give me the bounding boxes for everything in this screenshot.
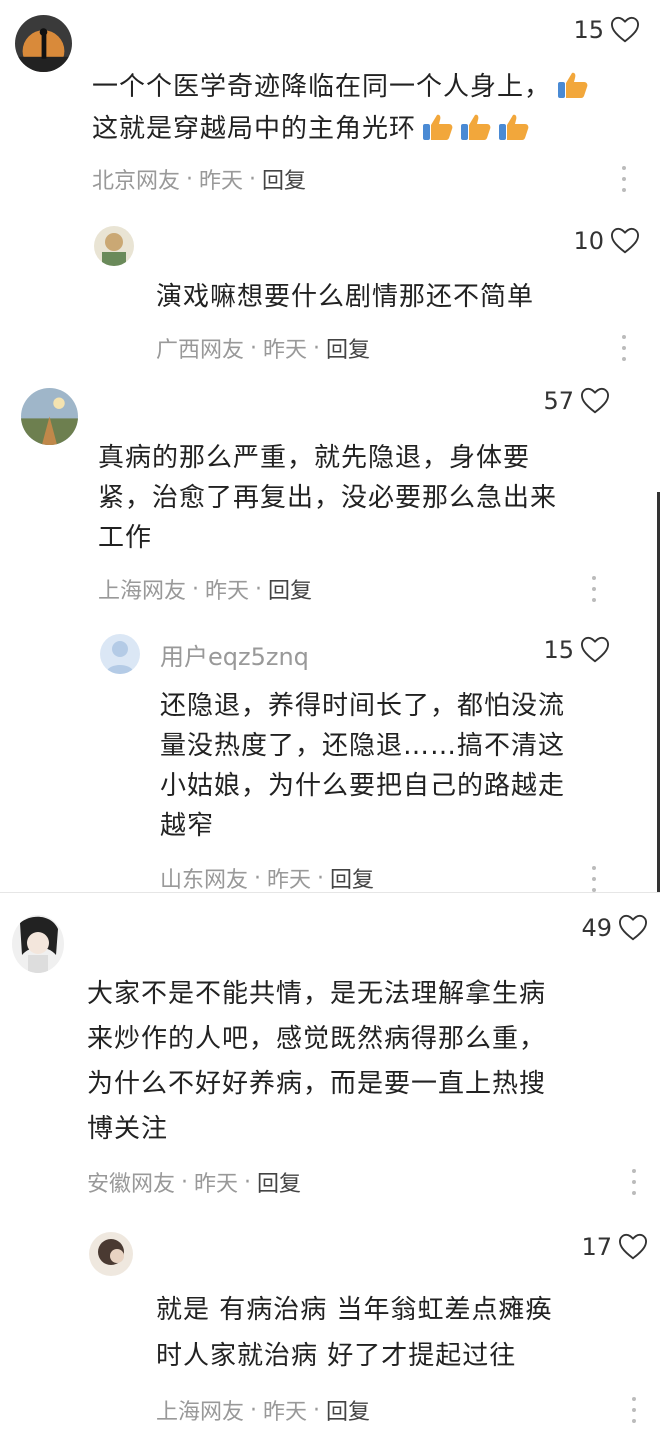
comment-line: 博关注 bbox=[87, 1114, 169, 1144]
avatar[interactable] bbox=[94, 226, 134, 266]
comment-line: 工作 bbox=[98, 523, 153, 553]
comment-line: 演戏嘛想要什么剧情那还不简单 bbox=[156, 282, 535, 312]
comment-line: 大家不是不能共情，是无法理解拿生病 bbox=[87, 979, 547, 1009]
comment-text: 就是 有病治病 当年翁虹差点瘫痪 时人家就治病 好了才提起过往 bbox=[156, 1287, 553, 1379]
separator: · bbox=[186, 166, 194, 192]
heart-outline-icon bbox=[610, 16, 640, 43]
comment-text: 一个个医学奇迹降临在同一个人身上， bbox=[92, 67, 589, 107]
time-label: 昨天 bbox=[205, 579, 250, 604]
separator: · bbox=[313, 335, 321, 361]
separator: · bbox=[249, 166, 257, 192]
thumbs-up-emoji-icon bbox=[496, 112, 530, 142]
location-label: 安徽网友 bbox=[87, 1172, 176, 1197]
avatar[interactable] bbox=[21, 388, 78, 445]
reply-button[interactable]: 回复 bbox=[330, 862, 374, 894]
like-count: 57 bbox=[543, 387, 574, 415]
comment-meta: 安徽网友 · 昨天 · 回复 bbox=[87, 1166, 301, 1198]
like-button[interactable]: 17 bbox=[581, 1233, 648, 1261]
comment-line: 小姑娘，为什么要把自己的路越走 bbox=[160, 771, 566, 801]
separator: · bbox=[313, 1397, 321, 1423]
separator: · bbox=[250, 1397, 258, 1423]
thumbs-up-emoji-icon bbox=[420, 112, 454, 142]
time-label: 昨天 bbox=[194, 1172, 239, 1197]
heart-outline-icon bbox=[618, 1233, 648, 1260]
like-count: 15 bbox=[543, 636, 574, 664]
more-vertical-icon[interactable] bbox=[592, 576, 598, 602]
comment-line: 时人家就治病 好了才提起过往 bbox=[156, 1341, 517, 1371]
username[interactable]: 用户eqz5znq bbox=[160, 637, 309, 672]
more-vertical-icon[interactable] bbox=[632, 1397, 638, 1423]
more-vertical-icon[interactable] bbox=[622, 335, 628, 361]
like-button[interactable]: 15 bbox=[573, 16, 640, 44]
comment-meta: 上海网友 · 昨天 · 回复 bbox=[156, 1394, 370, 1426]
comment-meta: 上海网友 · 昨天 · 回复 bbox=[98, 573, 312, 605]
comment-line: 越窄 bbox=[160, 811, 215, 841]
like-button[interactable]: 57 bbox=[543, 387, 610, 415]
time-label: 昨天 bbox=[199, 169, 244, 194]
separator: · bbox=[255, 576, 263, 602]
comment-line: 就是 有病治病 当年翁虹差点瘫痪 bbox=[156, 1295, 553, 1325]
comment-text: 这就是穿越局中的主角光环 bbox=[92, 109, 530, 149]
comment-line: 来炒作的人吧，感觉既然病得那么重， bbox=[87, 1024, 547, 1054]
separator: · bbox=[250, 335, 258, 361]
like-button[interactable]: 10 bbox=[573, 227, 640, 255]
comment-meta: 山东网友 · 昨天 · 回复 bbox=[160, 862, 374, 894]
thumbs-up-emoji-icon bbox=[458, 112, 492, 142]
thumbs-up-emoji-icon bbox=[555, 70, 589, 100]
reply-button[interactable]: 回复 bbox=[326, 1394, 370, 1426]
like-button[interactable]: 15 bbox=[543, 636, 610, 664]
heart-outline-icon bbox=[580, 387, 610, 414]
location-label: 上海网友 bbox=[98, 579, 187, 604]
location-label: 北京网友 bbox=[92, 169, 181, 194]
separator: · bbox=[181, 1169, 189, 1195]
heart-outline-icon bbox=[618, 914, 648, 941]
location-label: 上海网友 bbox=[156, 1400, 245, 1425]
comment-text: 还隐退，养得时间长了，都怕没流 量没热度了，还隐退……搞不清这 小姑娘，为什么要… bbox=[160, 686, 565, 846]
more-vertical-icon[interactable] bbox=[592, 866, 598, 892]
separator: · bbox=[192, 576, 200, 602]
comment-line: 还隐退，养得时间长了，都怕没流 bbox=[160, 691, 566, 721]
separator: · bbox=[317, 865, 325, 891]
separator: · bbox=[254, 865, 262, 891]
reply-button[interactable]: 回复 bbox=[326, 332, 370, 364]
avatar[interactable] bbox=[89, 1232, 133, 1276]
comment-line: 一个个医学奇迹降临在同一个人身上， bbox=[92, 72, 552, 102]
comment-meta: 北京网友 · 昨天 · 回复 bbox=[92, 163, 306, 195]
like-count: 49 bbox=[581, 914, 612, 942]
like-count: 15 bbox=[573, 16, 604, 44]
heart-outline-icon bbox=[580, 636, 610, 663]
avatar[interactable] bbox=[15, 15, 72, 72]
more-vertical-icon[interactable] bbox=[622, 166, 628, 192]
reply-button[interactable]: 回复 bbox=[262, 163, 306, 195]
reply-button[interactable]: 回复 bbox=[268, 573, 312, 605]
like-button[interactable]: 49 bbox=[581, 914, 648, 942]
comment-text: 大家不是不能共情，是无法理解拿生病 来炒作的人吧，感觉既然病得那么重， 为什么不… bbox=[87, 972, 546, 1152]
comment-line: 为什么不好好养病，而是要一直上热搜 bbox=[87, 1069, 547, 1099]
heart-outline-icon bbox=[610, 227, 640, 254]
separator: · bbox=[244, 1169, 252, 1195]
comment-meta: 广西网友 · 昨天 · 回复 bbox=[156, 332, 370, 364]
avatar[interactable] bbox=[100, 634, 140, 674]
comment-line: 这就是穿越局中的主角光环 bbox=[92, 114, 417, 144]
time-label: 昨天 bbox=[263, 338, 308, 363]
comment-line: 紧，治愈了再复出，没必要那么急出来 bbox=[98, 483, 558, 513]
comment-text: 演戏嘛想要什么剧情那还不简单 bbox=[156, 277, 534, 317]
like-count: 10 bbox=[573, 227, 604, 255]
avatar[interactable] bbox=[12, 915, 64, 973]
location-label: 山东网友 bbox=[160, 868, 249, 893]
reply-button[interactable]: 回复 bbox=[257, 1166, 301, 1198]
more-vertical-icon[interactable] bbox=[632, 1169, 638, 1195]
location-label: 广西网友 bbox=[156, 338, 245, 363]
time-label: 昨天 bbox=[267, 868, 312, 893]
comment-text: 真病的那么严重，就先隐退，身体要 紧，治愈了再复出，没必要那么急出来 工作 bbox=[98, 438, 557, 558]
like-count: 17 bbox=[581, 1233, 612, 1261]
comment-line: 真病的那么严重，就先隐退，身体要 bbox=[98, 443, 531, 473]
time-label: 昨天 bbox=[263, 1400, 308, 1425]
comment-line: 量没热度了，还隐退……搞不清这 bbox=[160, 731, 566, 761]
